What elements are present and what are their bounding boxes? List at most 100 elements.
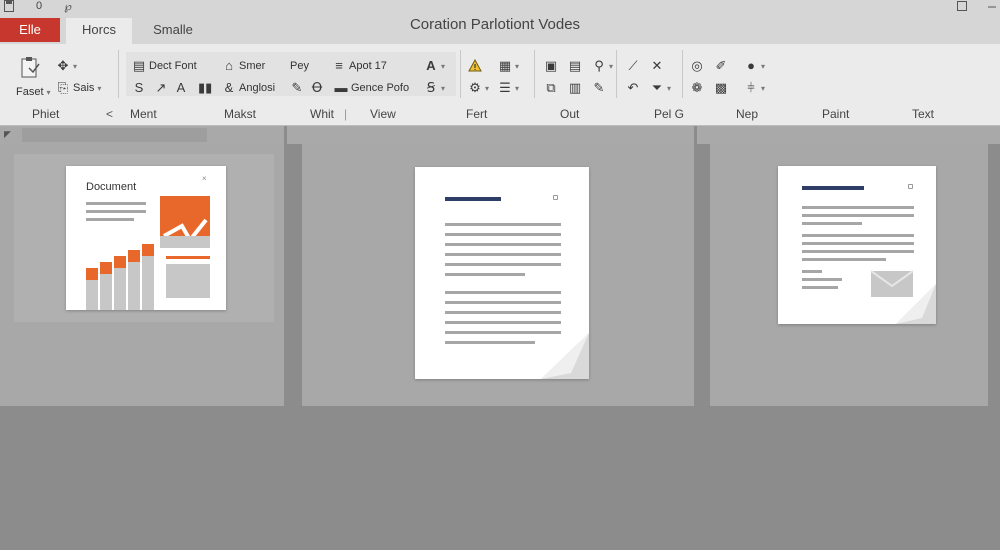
group-label: Pel G — [654, 107, 685, 121]
filter-button[interactable]: ⏷ ▾ — [650, 80, 671, 96]
cut-button[interactable]: ⎘ Sais ▾ — [56, 80, 102, 96]
record-button[interactable]: ● ▾ — [744, 58, 765, 74]
expand-triangle-icon[interactable]: ◤ — [4, 129, 11, 140]
text-line — [802, 242, 914, 245]
tab-third[interactable]: Smalle — [140, 18, 206, 44]
collapse-icon[interactable]: < — [106, 107, 113, 121]
group-divider: | — [344, 107, 348, 121]
undo-icon[interactable]: 0 — [36, 0, 42, 14]
restore-icon[interactable] — [955, 0, 969, 14]
table-button[interactable]: ▥ — [568, 80, 582, 96]
group-label: Whit — [310, 107, 334, 121]
layout-button[interactable]: ▣ — [544, 58, 558, 74]
pen-button[interactable]: ✎ — [290, 80, 304, 96]
font-size-selector[interactable]: ≡ Apot 17 — [332, 58, 387, 74]
font-color-icon: A — [426, 58, 436, 73]
layout-icon: ▣ — [544, 58, 558, 73]
group-label: Nep — [736, 107, 759, 121]
arrange-button[interactable]: ⧉ — [544, 80, 558, 96]
genre-selector[interactable]: ▬ Gence Pofo — [334, 80, 410, 96]
equalizer-icon: ⫩ — [747, 80, 755, 95]
text-line — [445, 243, 561, 246]
text-line — [802, 214, 914, 217]
document-page[interactable] — [415, 167, 589, 379]
pey-button[interactable]: Pey — [290, 58, 309, 74]
draw-button[interactable]: ✎ — [592, 80, 606, 96]
style-selector[interactable]: & Anglosi — [222, 80, 275, 96]
bullets-button[interactable]: ☰ ▾ — [498, 80, 519, 96]
page-curl-graphic — [896, 284, 936, 324]
equalizer-button[interactable]: ⫩ ▾ — [744, 80, 765, 96]
italic-button[interactable]: A — [174, 80, 188, 96]
font-color-button[interactable]: A ▾ — [424, 58, 445, 74]
group-label: Out — [560, 107, 580, 121]
text-line — [445, 301, 561, 304]
smer-button[interactable]: ⌂ Smer — [222, 58, 265, 74]
document-page: Document × — [66, 166, 226, 310]
bold-icon: ▮▮ — [198, 80, 213, 95]
paste-button[interactable]: Faset ▾ — [16, 84, 51, 100]
move-button[interactable]: ✥ ▾ — [56, 58, 77, 74]
page-marker-icon — [553, 195, 558, 200]
grid-button[interactable]: ▦ ▾ — [498, 58, 519, 74]
separator — [682, 50, 683, 98]
text-line — [802, 286, 838, 289]
separator — [534, 50, 535, 98]
pane-tab[interactable] — [22, 128, 207, 142]
warning-icon — [468, 58, 482, 73]
redo-icon[interactable]: ℘ — [64, 0, 72, 14]
tab-home[interactable]: Horcs — [66, 18, 132, 44]
paste-icon[interactable] — [20, 56, 44, 82]
filter-icon: ⏷ — [651, 80, 663, 95]
title-line — [802, 186, 864, 190]
curve-button[interactable]: ↶ — [626, 80, 640, 96]
clear-format-button[interactable]: Ꞩ ▾ — [424, 80, 445, 96]
group-label: Paint — [822, 107, 850, 121]
document-heading: Document — [86, 181, 137, 193]
warning-button[interactable] — [468, 58, 482, 74]
text-line — [445, 291, 561, 294]
font-name-selector[interactable]: ▤ Dect Font — [132, 58, 197, 74]
picture-button[interactable]: ▩ — [714, 80, 728, 96]
style-label: Anglosi — [239, 82, 276, 94]
separator — [118, 50, 119, 98]
edit-button[interactable]: ✐ — [714, 58, 728, 74]
text-line — [445, 273, 525, 276]
comment-button[interactable]: ▤ — [568, 58, 582, 74]
font-name-label: Dect Font — [149, 60, 197, 72]
record-icon: ● — [747, 58, 755, 73]
underline-button[interactable]: Ꝋ — [310, 80, 324, 96]
clear-format-icon: Ꞩ — [426, 80, 436, 95]
thumbnail-pane: Document × — [0, 144, 284, 406]
strikethrough-button[interactable]: S — [132, 80, 146, 96]
effects-button[interactable]: ❁ — [690, 80, 704, 96]
slide-thumbnail[interactable]: Document × — [14, 154, 274, 322]
brush-button[interactable]: ⟋ — [626, 58, 640, 74]
pey-label: Pey — [290, 60, 309, 72]
page-marker-icon — [908, 184, 913, 189]
table-icon: ▥ — [568, 80, 582, 95]
close-icon: ✕ — [651, 58, 663, 73]
paste-label: Faset — [16, 86, 44, 98]
text-line — [445, 253, 561, 256]
text-line — [802, 234, 914, 237]
bullets-icon: ☰ — [499, 80, 511, 95]
save-icon[interactable] — [4, 0, 14, 14]
shapes-icon: ⚙ — [469, 80, 481, 95]
tab-file[interactable]: Elle — [0, 18, 60, 42]
genre-label: Gence Pofo — [351, 82, 410, 94]
document-page[interactable] — [778, 166, 936, 324]
bold-button[interactable]: ▮▮ — [198, 80, 212, 96]
preview-pane — [710, 144, 988, 406]
effects-icon: ❁ — [691, 80, 703, 95]
text-line — [802, 206, 914, 209]
arrow-button[interactable]: ↗ — [154, 80, 168, 96]
quick-access-toolbar: 0 ℘ — [4, 0, 72, 14]
shapes-button[interactable]: ⚙ ▾ — [468, 80, 489, 96]
close-format-button[interactable]: ✕ — [650, 58, 664, 74]
pen-icon: ✎ — [291, 80, 303, 95]
theme-button[interactable]: ◎ — [690, 58, 704, 74]
link-button[interactable]: ⚲ ▾ — [592, 58, 613, 74]
text-line — [86, 210, 146, 213]
minimize-icon[interactable] — [985, 0, 999, 14]
